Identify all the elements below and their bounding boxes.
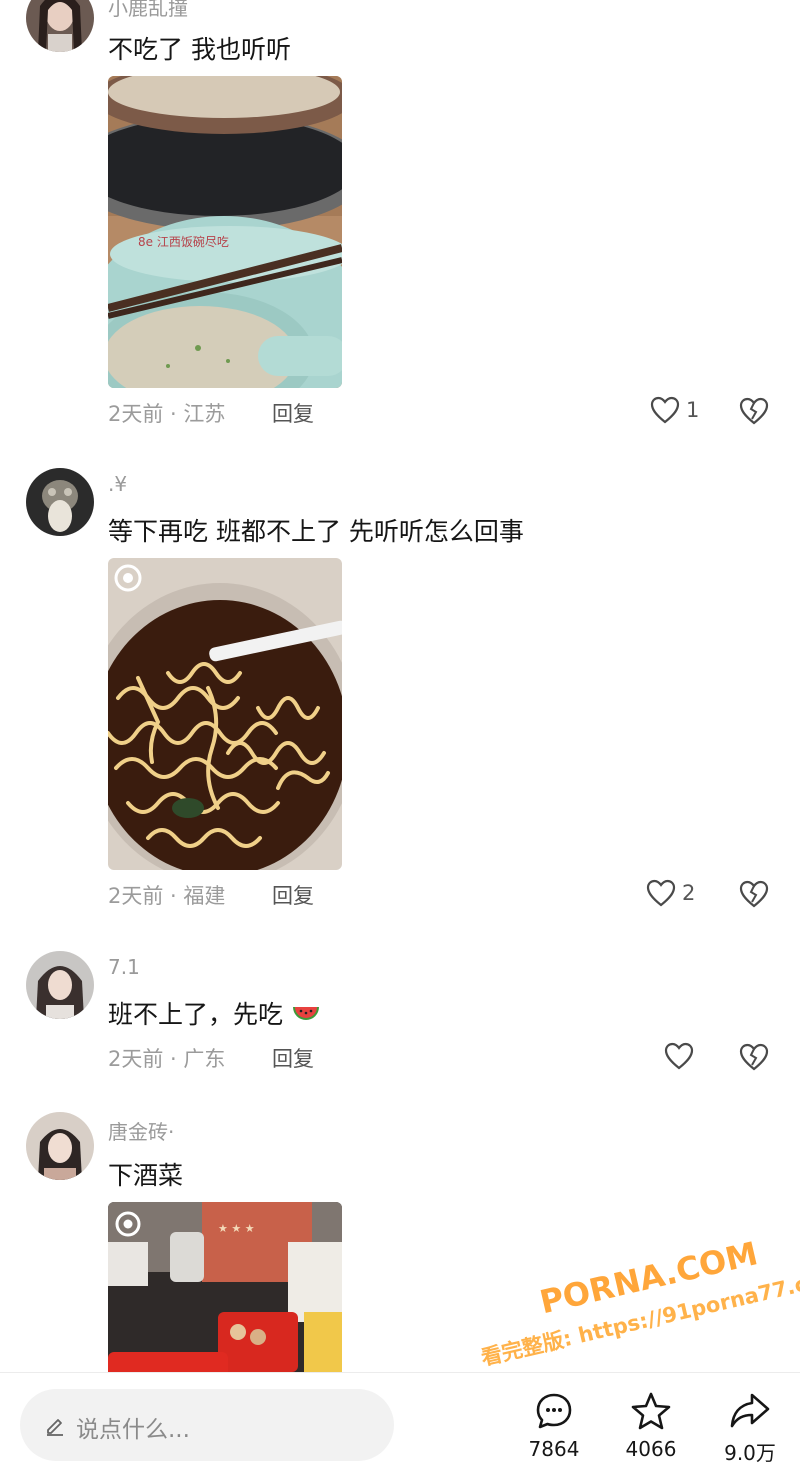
comment-time-location: 2天前 · 广东: [108, 1047, 226, 1071]
avatar[interactable]: [26, 468, 94, 536]
comments-count: 7864: [528, 1437, 580, 1461]
share-arrow-icon: [730, 1393, 770, 1428]
watermark-url: 看完整版: https://91porna77.com: [478, 1263, 800, 1371]
comment-input[interactable]: 说点什么...: [20, 1389, 394, 1461]
broken-heart-icon: [739, 880, 769, 908]
share-action[interactable]: 9.0万: [710, 1391, 790, 1466]
like-button[interactable]: 1: [650, 396, 699, 424]
reply-button[interactable]: 回复: [272, 398, 314, 428]
reply-button[interactable]: 回复: [272, 1043, 314, 1073]
avatar[interactable]: [26, 0, 94, 52]
broken-heart-icon: [739, 397, 769, 425]
like-count: 2: [682, 881, 696, 905]
like-count: 1: [686, 398, 700, 422]
reply-button[interactable]: 回复: [272, 880, 314, 910]
svg-text:8e 江西饭碗尽吃: 8e 江西饭碗尽吃: [138, 234, 229, 249]
comment-photo-noodles[interactable]: [108, 558, 342, 870]
comment-username[interactable]: 唐金砖·: [108, 1116, 174, 1145]
avatar[interactable]: [26, 1112, 94, 1180]
like-button[interactable]: 2: [646, 879, 695, 907]
avatar[interactable]: [26, 951, 94, 1019]
like-button[interactable]: [664, 1042, 694, 1070]
svg-text:★ ★ ★: ★ ★ ★: [218, 1222, 255, 1235]
dislike-button[interactable]: [738, 1042, 770, 1076]
shares-count: 9.0万: [724, 1441, 776, 1465]
pencil-icon: [47, 1419, 63, 1436]
comment-photo-snacks[interactable]: ★ ★ ★: [108, 1202, 342, 1377]
dislike-button[interactable]: [738, 879, 770, 913]
heart-icon: [650, 396, 680, 424]
comment-time-location: 2天前 · 江苏: [108, 402, 226, 426]
comment-text: 等下再吃 班都不上了 先听听怎么回事: [108, 517, 524, 546]
comment-text: 班不上了，先吃: [108, 995, 321, 1031]
comment-username[interactable]: 7.1: [108, 955, 140, 979]
favorites-count: 4066: [625, 1437, 677, 1461]
heart-icon: [646, 879, 676, 907]
dislike-button[interactable]: [738, 396, 770, 430]
comment-username[interactable]: .¥: [108, 472, 127, 496]
comment-photo-congee[interactable]: 8e 江西饭碗尽吃: [108, 76, 342, 388]
comments-action[interactable]: 7864: [518, 1391, 590, 1461]
comment-input-placeholder: 说点什么...: [76, 1417, 190, 1443]
comment-text: 不吃了 我也听听: [108, 35, 291, 64]
watermark-brand: PORNA.COM: [536, 1234, 762, 1322]
comment-username[interactable]: 小鹿乱撞: [108, 0, 188, 21]
comment-text: 下酒菜: [108, 1161, 184, 1190]
comment-bubble-icon: [536, 1393, 572, 1429]
heart-icon: [664, 1042, 694, 1070]
bottom-action-bar: 说点什么... 7864 4066 9.0万: [0, 1372, 800, 1465]
broken-heart-icon: [739, 1043, 769, 1071]
watermelon-emoji: [292, 1007, 319, 1020]
favorite-action[interactable]: 4066: [615, 1391, 687, 1461]
comment-time-location: 2天前 · 福建: [108, 884, 226, 908]
star-icon: [631, 1392, 671, 1430]
